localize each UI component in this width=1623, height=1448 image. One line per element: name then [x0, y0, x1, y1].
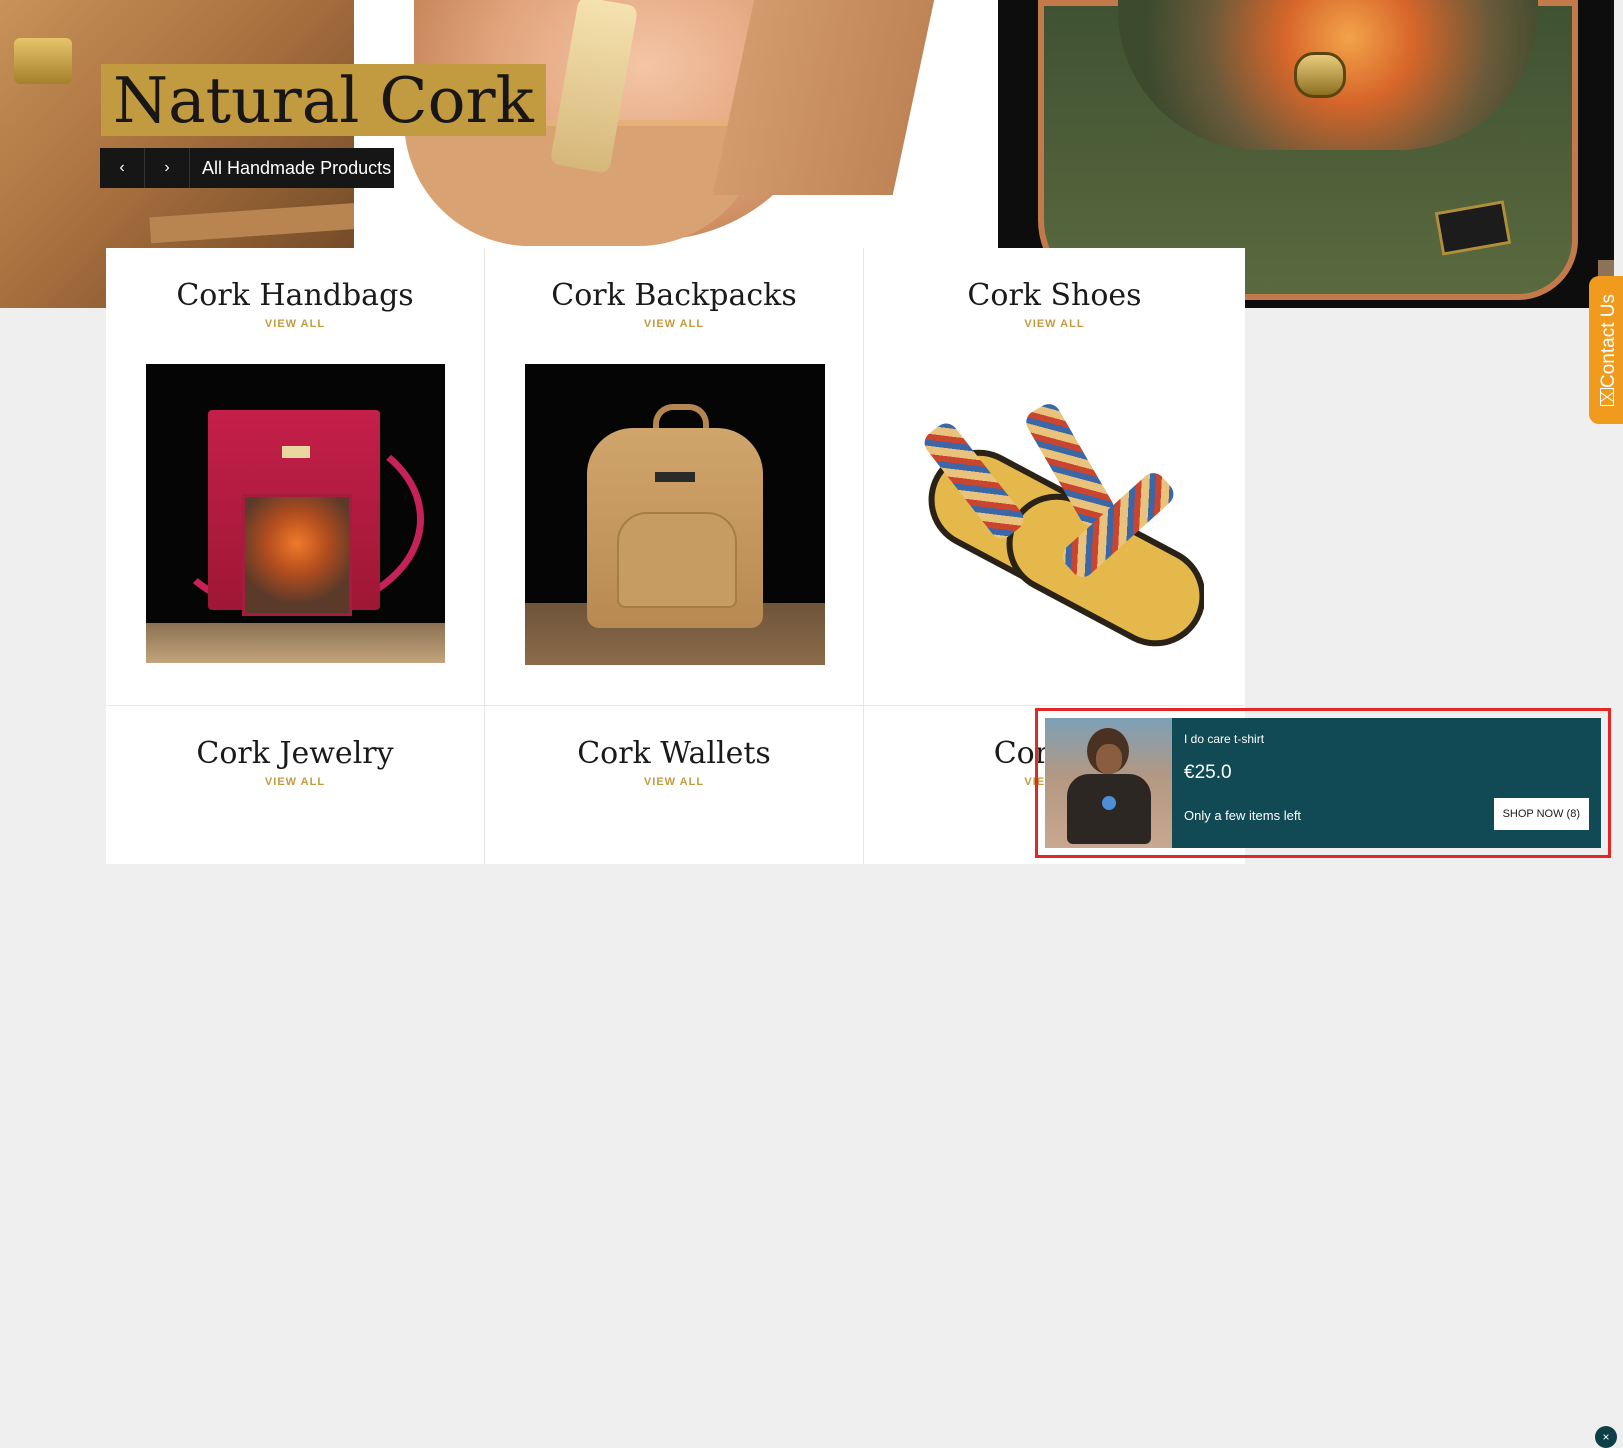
envelope-icon [1600, 388, 1614, 406]
bag-lock-shape [1294, 52, 1346, 98]
chevron-left-icon: ‹ [119, 159, 125, 176]
stock-notice: Only a few items left [1184, 808, 1302, 823]
contact-us-tab[interactable]: Contact Us [1589, 276, 1623, 424]
view-all-link[interactable]: VIEW ALL [485, 776, 863, 788]
sales-popup: I do care t-shirt €25.0 Only a few items… [1035, 708, 1617, 1448]
collection-image-sandals[interactable] [904, 364, 1204, 664]
popup-body: I do care t-shirt €25.0 Only a few items… [1045, 718, 1601, 848]
slider-controls: ‹ › All Handmade Products [100, 148, 394, 188]
collection-title[interactable]: Cork Jewelry [106, 734, 484, 774]
slider-prev-button[interactable]: ‹ [100, 148, 145, 188]
collection-title[interactable]: Cork Wallets [485, 734, 863, 774]
collection-image-handbag[interactable] [146, 364, 445, 663]
collection-card-shoes[interactable]: Cork Shoes VIEW ALL [864, 248, 1245, 706]
product-image[interactable] [1045, 718, 1172, 848]
collection-image-backpack[interactable] [525, 364, 825, 665]
view-all-link[interactable]: VIEW ALL [106, 318, 484, 330]
collection-title[interactable]: Cork Shoes [864, 276, 1245, 316]
hero-title: Natural Cork [113, 63, 534, 137]
popup-content: I do care t-shirt €25.0 Only a few items… [1172, 718, 1601, 848]
slider-next-button[interactable]: › [145, 148, 190, 188]
collection-title[interactable]: Cork Handbags [106, 276, 484, 316]
collection-card-jewelry[interactable]: Cork Jewelry VIEW ALL [106, 706, 485, 864]
collection-title[interactable]: Cork Backpacks [485, 276, 863, 316]
close-icon[interactable]: × [1595, 1426, 1617, 1448]
slide-caption: All Handmade Products [202, 157, 392, 178]
collection-card-handbags[interactable]: Cork Handbags VIEW ALL [106, 248, 485, 706]
contact-us-label: Contact Us [1598, 294, 1619, 388]
shop-now-button[interactable]: SHOP NOW (8) [1493, 798, 1589, 830]
backpack-pocket-shape [617, 512, 737, 608]
clasp-shape [14, 38, 72, 84]
collection-card-backpacks[interactable]: Cork Backpacks VIEW ALL [485, 248, 864, 706]
view-all-link[interactable]: VIEW ALL [864, 318, 1245, 330]
hero-title-box: Natural Cork [101, 64, 546, 136]
collection-card-wallets[interactable]: Cork Wallets VIEW ALL [485, 706, 864, 864]
chevron-right-icon: › [164, 159, 170, 176]
handbag-label-shape [282, 446, 310, 458]
product-price: €25.0 [1184, 762, 1232, 783]
view-all-link[interactable]: VIEW ALL [106, 776, 484, 788]
view-all-link[interactable]: VIEW ALL [485, 318, 863, 330]
backpack-zip-shape [655, 472, 695, 482]
ground-shape [146, 623, 445, 663]
globe-logo-shape [1102, 796, 1116, 810]
strap-shape [149, 202, 361, 244]
handbag-pocket-shape [242, 494, 352, 616]
face-shape [1096, 744, 1122, 774]
product-name[interactable]: I do care t-shirt [1184, 732, 1589, 746]
